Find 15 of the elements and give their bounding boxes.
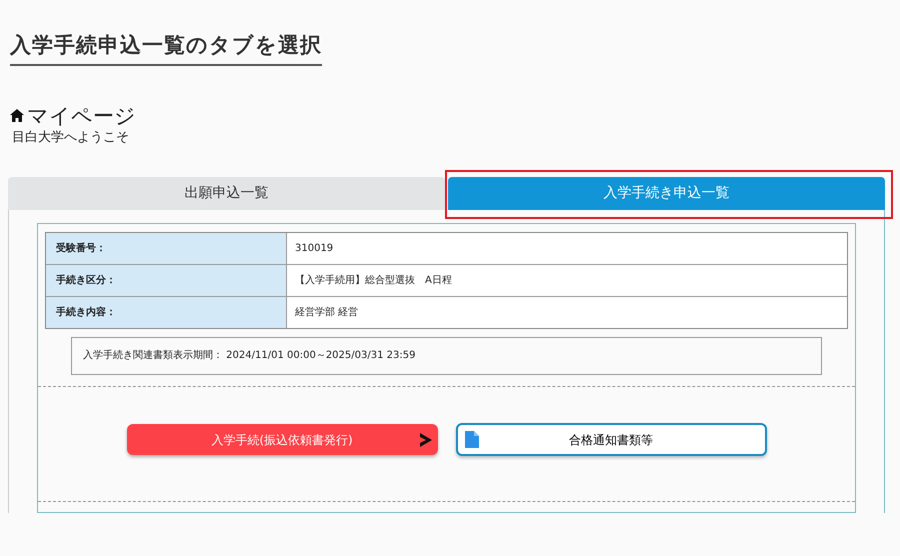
field-value: 310019 xyxy=(287,232,847,264)
chevron-right-icon xyxy=(418,432,434,448)
instruction-heading: 入学手続申込一覧のタブを選択 xyxy=(10,30,322,66)
field-label: 手続き内容： xyxy=(46,296,287,328)
tab[interactable]: 出願申込一覧 xyxy=(8,176,445,210)
field-value: 【入学手続用】総合型選抜 A日程 xyxy=(287,264,847,296)
field-value: 経営学部 経営 xyxy=(287,296,847,328)
documents-button[interactable]: 合格通知書類等 xyxy=(456,423,766,456)
welcome-text: 目白大学へようこそ xyxy=(11,128,130,146)
home-icon xyxy=(10,109,24,122)
field-label: 手続き区分： xyxy=(46,264,287,296)
document-icon xyxy=(464,431,478,448)
field-label: 受験番号： xyxy=(46,232,287,264)
display-period: 入学手続き関連書類表示期間： 2024/11/01 00:00～2025/03/31 23:59 xyxy=(71,336,822,374)
page-title: マイページ xyxy=(27,102,136,128)
